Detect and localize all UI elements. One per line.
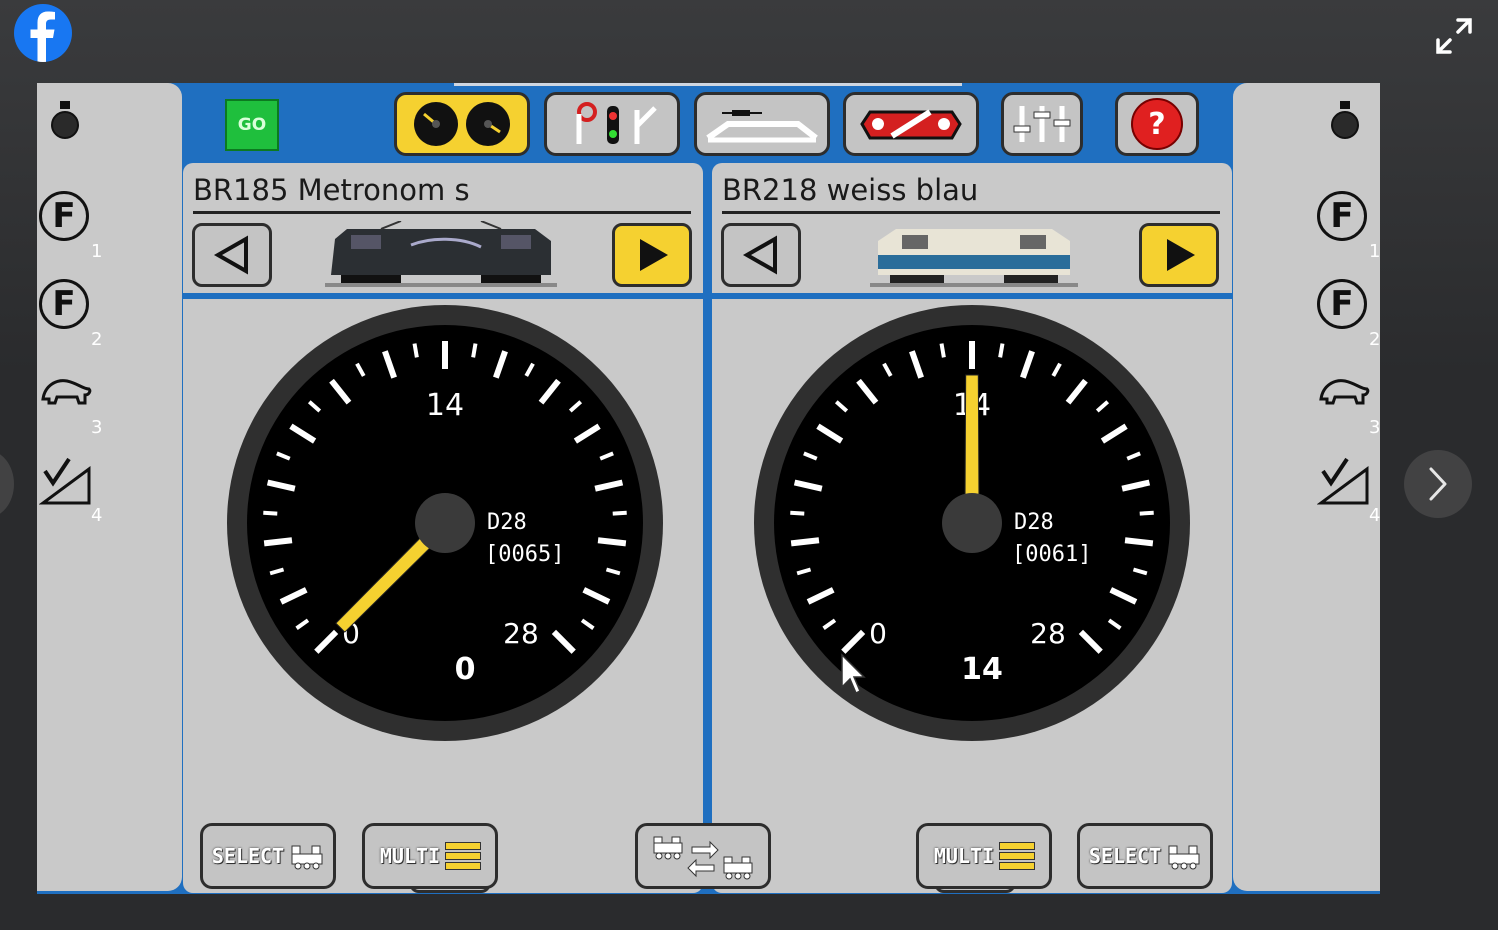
loco-image-1 bbox=[321, 220, 561, 295]
loco-icon bbox=[291, 845, 323, 870]
speed-tick bbox=[998, 343, 1005, 358]
direction-reverse-button[interactable] bbox=[721, 223, 801, 287]
direction-forward-button[interactable] bbox=[612, 223, 692, 287]
speed-label-right: 28 bbox=[503, 617, 539, 650]
function-f1-button[interactable]: F bbox=[39, 191, 89, 241]
function-number-2-right: 2 bbox=[1369, 329, 1380, 350]
direction-forward-button[interactable] bbox=[1139, 223, 1219, 287]
select-loco-right-button[interactable]: SELECT bbox=[1077, 823, 1213, 889]
function-f2-button[interactable]: F bbox=[39, 279, 89, 329]
signal-switch-icon bbox=[576, 102, 657, 144]
next-button[interactable] bbox=[1404, 450, 1472, 518]
loco-name-1: BR185 Metronom s bbox=[193, 173, 470, 207]
multi-label: MULTI bbox=[379, 844, 441, 868]
swap-locos-icon bbox=[653, 836, 753, 880]
multi-label: MULTI bbox=[933, 844, 995, 868]
layout-button[interactable] bbox=[694, 92, 830, 156]
loco-address: [0065] bbox=[485, 542, 564, 567]
select-label: SELECT bbox=[211, 844, 285, 868]
divider bbox=[193, 211, 691, 214]
speed-tick bbox=[790, 537, 820, 547]
dual-speedometer-icon bbox=[414, 102, 510, 146]
speedometer-1[interactable]: 14 0 28 0 D28 [0065] bbox=[225, 303, 665, 743]
current-speed-value: 0 bbox=[455, 652, 476, 687]
function-panel-left: F 1 F 2 3 4 bbox=[37, 83, 182, 891]
light-function-icon[interactable] bbox=[49, 99, 81, 147]
speed-label-left: 0 bbox=[869, 617, 887, 650]
speed-tick bbox=[471, 343, 478, 358]
loco-name-2: BR218 weiss blau bbox=[722, 173, 979, 207]
track-layout-icon bbox=[706, 110, 818, 143]
shunting-ramp-icon[interactable] bbox=[38, 455, 93, 511]
list-icon bbox=[446, 843, 481, 869]
divider bbox=[712, 293, 1232, 299]
speed-tick bbox=[939, 343, 946, 358]
speed-tick bbox=[412, 343, 419, 358]
loco-panel-2: BR218 weiss blau 0 28 14 D28 [0061] bbox=[712, 163, 1232, 893]
speed-steps: D28 bbox=[1014, 510, 1054, 535]
speed-label-right: 28 bbox=[1030, 617, 1066, 650]
current-speed-value: 14 bbox=[961, 652, 1003, 687]
speed-tick bbox=[612, 510, 627, 516]
function-number-1-right: 1 bbox=[1369, 241, 1380, 262]
facebook-logo-icon[interactable] bbox=[14, 4, 72, 62]
top-highlight bbox=[454, 83, 962, 86]
sliders-icon bbox=[1013, 106, 1071, 142]
chevron-right-icon bbox=[1429, 467, 1447, 501]
needle-hub bbox=[415, 493, 475, 553]
loco-image-2 bbox=[866, 221, 1082, 295]
multi-traction-left-button[interactable]: MULTI bbox=[362, 823, 498, 889]
settings-button[interactable] bbox=[1001, 92, 1083, 156]
speed-label-top: 14 bbox=[426, 388, 464, 423]
function-f2-button-right[interactable]: F bbox=[1317, 279, 1367, 329]
select-loco-left-button[interactable]: SELECT bbox=[200, 823, 336, 889]
play-icon bbox=[1167, 239, 1195, 271]
select-label: SELECT bbox=[1088, 844, 1162, 868]
expand-icon[interactable] bbox=[1434, 16, 1474, 56]
loco-panel-1: BR185 Metronom s 14 0 28 0 D28 [0065] bbox=[183, 163, 703, 893]
help-button[interactable]: ? bbox=[1115, 92, 1199, 156]
function-f1-button-right[interactable]: F bbox=[1317, 191, 1367, 241]
loco-icon bbox=[1168, 845, 1200, 870]
list-icon bbox=[1000, 843, 1035, 869]
turtle-icon[interactable] bbox=[39, 375, 93, 415]
loco-address: [0061] bbox=[1012, 542, 1091, 567]
function-number-4-right: 4 bbox=[1369, 505, 1380, 526]
play-icon bbox=[640, 239, 668, 271]
needle-hub bbox=[942, 493, 1002, 553]
function-number-1: 1 bbox=[91, 241, 103, 262]
loco-wrench-icon bbox=[860, 109, 962, 140]
speed-tick bbox=[263, 537, 293, 547]
go-button[interactable]: GO bbox=[225, 99, 279, 151]
speed-tick bbox=[790, 510, 805, 516]
dual-cab-button[interactable] bbox=[394, 92, 530, 156]
function-number-3: 3 bbox=[91, 417, 103, 438]
function-panel-right: F 1 F 2 3 4 bbox=[1233, 83, 1380, 891]
direction-reverse-button[interactable] bbox=[192, 223, 272, 287]
function-number-2: 2 bbox=[91, 329, 103, 350]
shunting-ramp-icon[interactable] bbox=[1316, 455, 1371, 511]
help-icon: ? bbox=[1131, 98, 1183, 150]
function-number-4: 4 bbox=[91, 505, 103, 526]
speed-tick bbox=[597, 537, 627, 547]
function-number-3-right: 3 bbox=[1369, 417, 1380, 438]
divider bbox=[183, 293, 703, 299]
signals-switches-button[interactable] bbox=[544, 92, 680, 156]
train-control-app: F 1 F 2 3 4 F 1 F 2 3 4 GO ? BR185 Metro… bbox=[37, 83, 1380, 894]
turtle-icon[interactable] bbox=[1317, 375, 1371, 415]
speed-tick bbox=[1124, 537, 1154, 547]
speed-steps: D28 bbox=[487, 510, 527, 535]
speed-tick bbox=[1139, 510, 1154, 516]
triangle-left-icon bbox=[742, 235, 777, 275]
divider bbox=[722, 211, 1220, 214]
light-function-icon[interactable] bbox=[1329, 99, 1361, 147]
speed-tick bbox=[263, 510, 278, 516]
swap-locos-button[interactable] bbox=[635, 823, 771, 889]
speed-needle bbox=[964, 374, 980, 506]
programming-button[interactable] bbox=[843, 92, 979, 156]
triangle-left-icon bbox=[213, 235, 248, 275]
multi-traction-right-button[interactable]: MULTI bbox=[916, 823, 1052, 889]
speedometer-2[interactable]: 14 0 28 14 D28 [0061] bbox=[752, 303, 1192, 743]
